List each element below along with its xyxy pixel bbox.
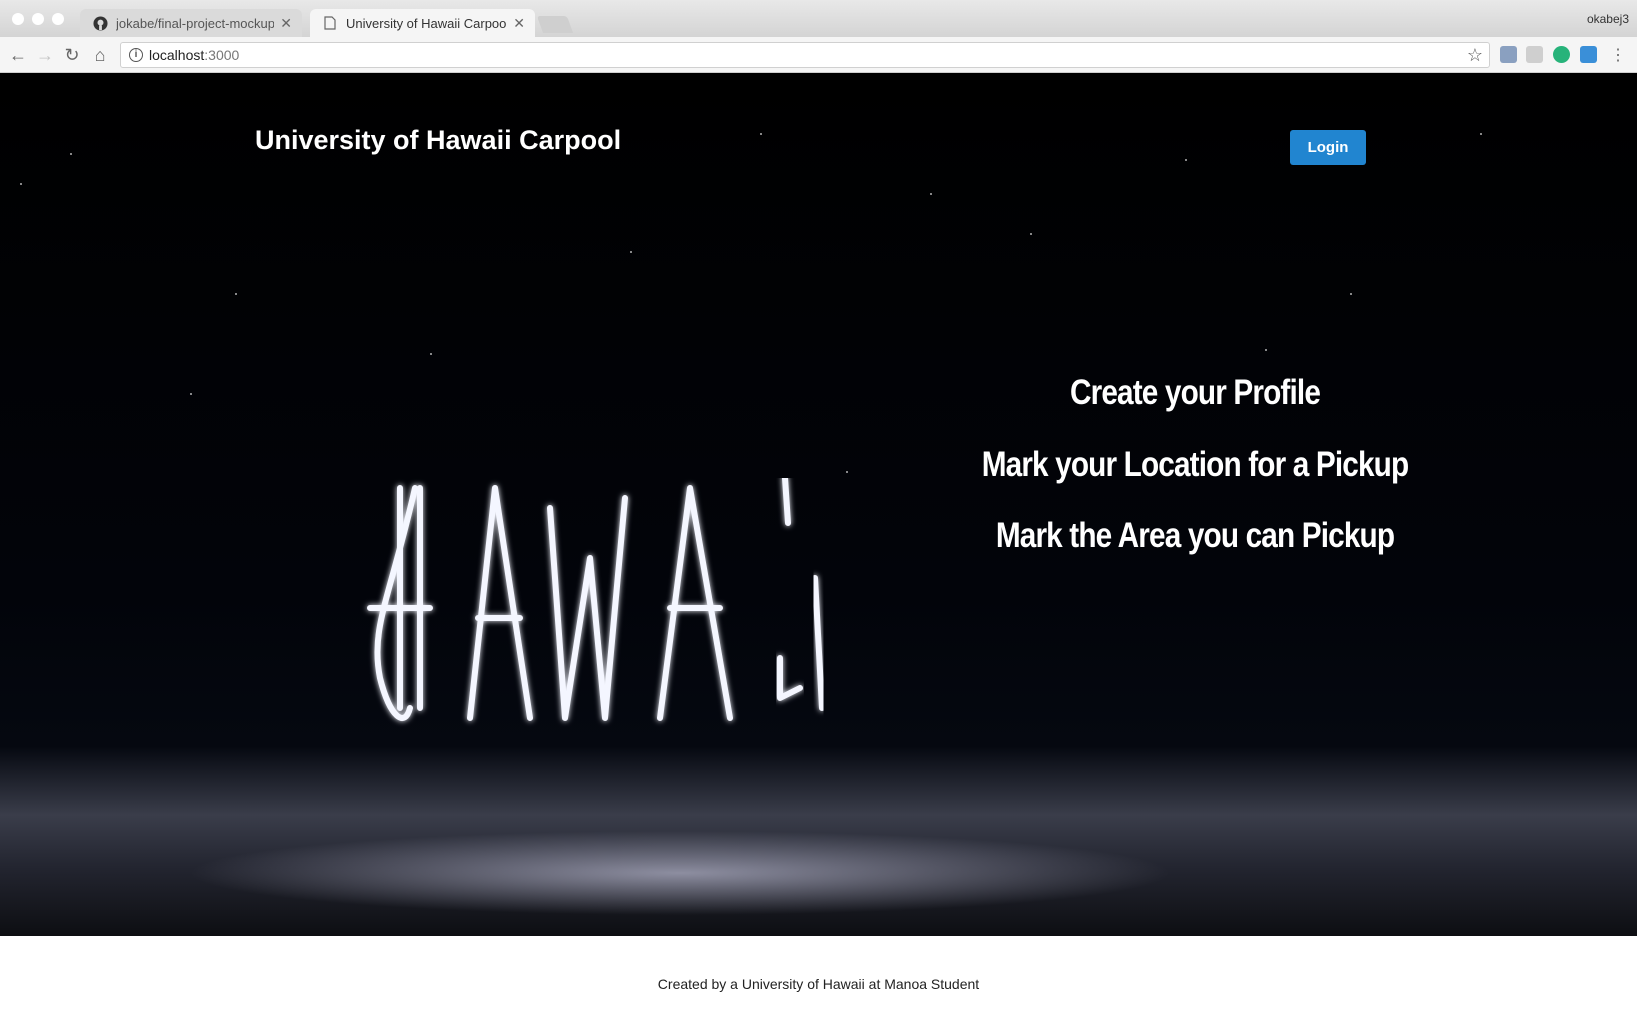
browser-titlebar: jokabe/final-project-mockup ✕ University…	[0, 0, 1637, 37]
close-tab-icon[interactable]: ✕	[513, 15, 525, 32]
hero-section: University of Hawaii Carpool Login Creat…	[0, 73, 1637, 936]
address-port: :3000	[204, 47, 240, 63]
menu-dots-icon[interactable]: ⋮	[1608, 45, 1628, 65]
login-button[interactable]: Login	[1290, 130, 1366, 165]
new-tab-button[interactable]	[536, 16, 574, 33]
grammarly-icon[interactable]	[1553, 46, 1570, 63]
feature-mark-location: Mark your Location for a Pickup	[981, 445, 1409, 484]
browser-tab-github[interactable]: jokabe/final-project-mockup ✕	[80, 9, 302, 37]
site-title: University of Hawaii Carpool	[255, 125, 622, 155]
footer: Created by a University of Hawaii at Man…	[0, 936, 1637, 1023]
extension-icon[interactable]	[1580, 46, 1597, 63]
bookmark-star-icon[interactable]: ☆	[1467, 45, 1483, 66]
reload-icon[interactable]: ↻	[62, 45, 82, 65]
tab-title: University of Hawaii Carpool	[346, 15, 508, 31]
browser-tab-carpool[interactable]: University of Hawaii Carpool ✕	[310, 9, 535, 37]
hawaii-light-painting	[367, 478, 825, 721]
tab-title: jokabe/final-project-mockup	[116, 15, 275, 31]
feature-create-profile: Create your Profile	[1069, 373, 1321, 412]
profile-name[interactable]: okabej3	[1587, 12, 1629, 26]
close-tab-icon[interactable]: ✕	[280, 15, 292, 32]
github-icon	[92, 15, 108, 31]
address-host: localhost	[149, 47, 205, 63]
forward-arrow-icon[interactable]: →	[35, 45, 55, 65]
home-icon[interactable]: ⌂	[90, 45, 110, 65]
footer-text: Created by a University of Hawaii at Man…	[657, 976, 980, 992]
extension-icon[interactable]	[1526, 46, 1543, 63]
close-window-button[interactable]	[12, 13, 24, 25]
maximize-window-button[interactable]	[52, 13, 64, 25]
back-arrow-icon[interactable]: ←	[8, 45, 28, 65]
info-icon[interactable]: i	[129, 48, 143, 62]
address-bar[interactable]: i localhost:3000 ☆	[120, 42, 1490, 68]
page-icon	[322, 15, 338, 31]
browser-toolbar: ← → ↻ ⌂ i localhost:3000 ☆ ⋮	[0, 37, 1637, 73]
feature-mark-area: Mark the Area you can Pickup	[995, 516, 1395, 555]
extension-icon[interactable]	[1500, 46, 1517, 63]
minimize-window-button[interactable]	[32, 13, 44, 25]
